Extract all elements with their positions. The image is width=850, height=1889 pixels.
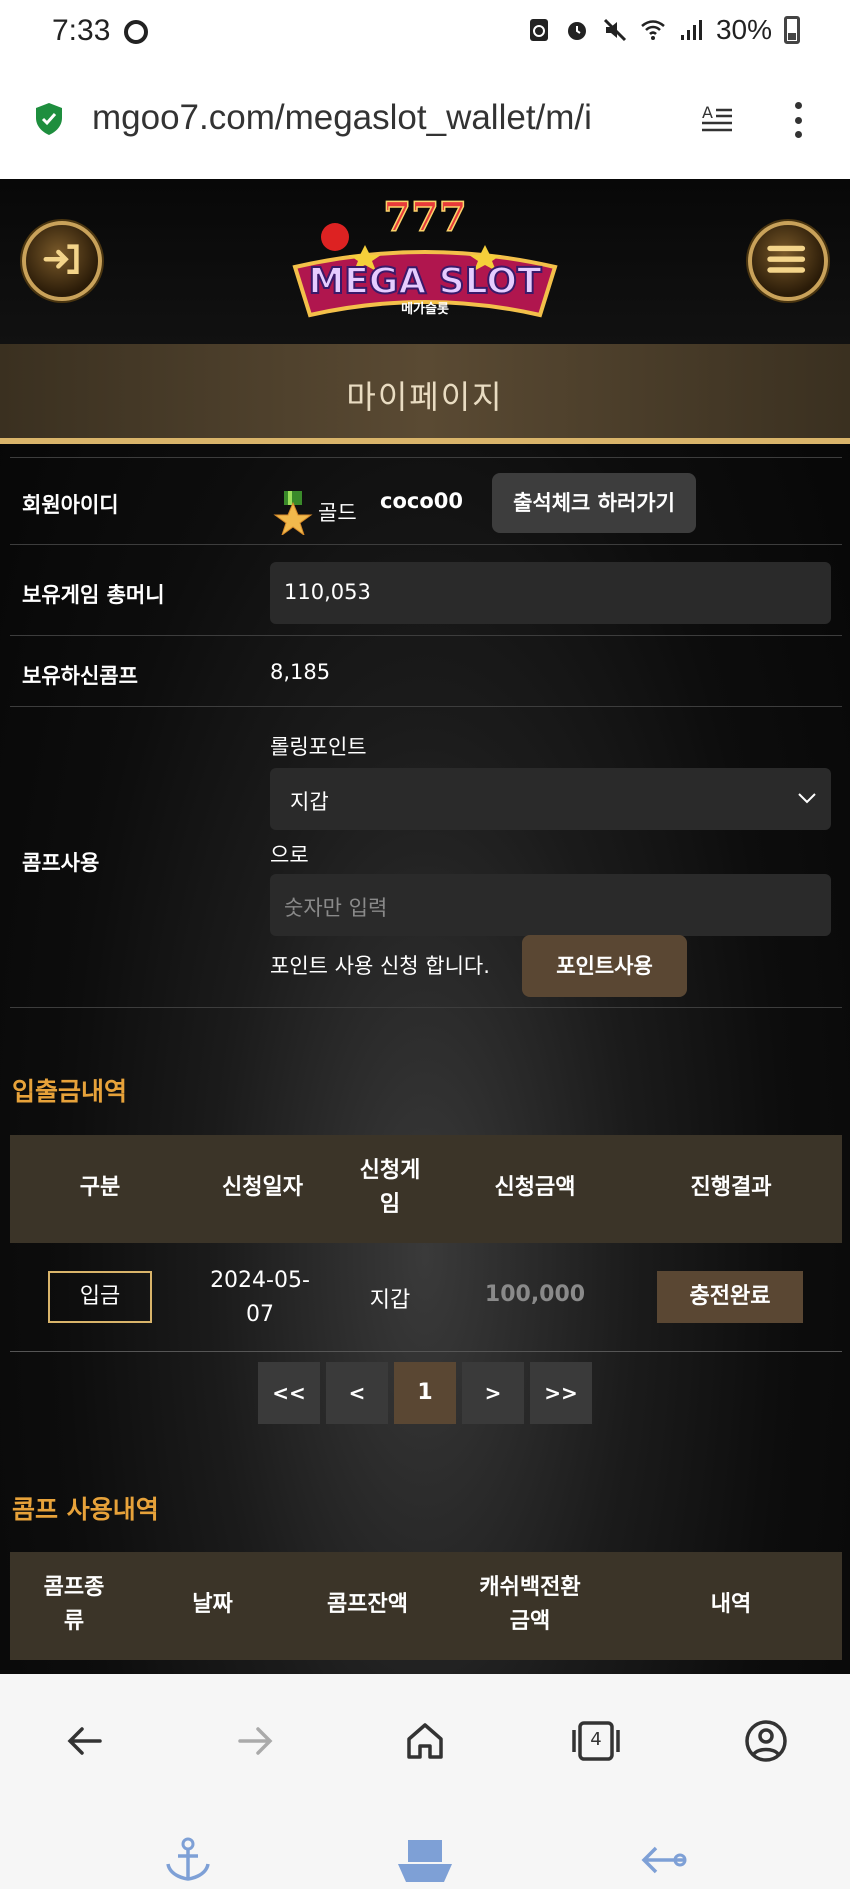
url-text[interactable]: mgoo7.com/megaslot_wallet/m/i <box>92 98 672 138</box>
deposit-history-title: 입출금내역 <box>12 1077 128 1106</box>
divider <box>10 544 842 545</box>
page-current-button[interactable]: 1 <box>394 1362 456 1424</box>
page-title: 마이페이지 <box>346 378 504 416</box>
home-icon[interactable] <box>402 1718 448 1764</box>
chevron-down-icon <box>798 793 816 804</box>
row-amount: 100,000 <box>484 1282 586 1307</box>
page-first-button[interactable]: << <box>258 1362 320 1424</box>
col-comp-type: 콤프종 류 <box>43 1575 105 1634</box>
signal-icon <box>680 20 702 40</box>
comp-value: 8,185 <box>270 660 331 684</box>
hamburger-icon <box>767 245 806 273</box>
mega-slot-logo[interactable]: 777 MEGA SLOT 메가슬롯 <box>275 197 575 337</box>
browser-menu-icon[interactable] <box>792 102 804 138</box>
col-comp-balance: 콤프잔액 <box>327 1592 408 1617</box>
battery-icon <box>784 16 800 44</box>
divider <box>10 1351 842 1352</box>
secure-shield-icon[interactable] <box>34 102 64 136</box>
divider <box>10 1007 842 1008</box>
col-game: 신청게 임 <box>359 1158 421 1217</box>
forward-arrow-icon[interactable] <box>232 1718 278 1764</box>
comp-history-title: 콤프 사용내역 <box>12 1495 159 1524</box>
game-money-field: 110,053 <box>270 562 831 624</box>
rolling-point-label: 롤링포인트 <box>270 735 367 759</box>
profile-icon[interactable] <box>743 1718 789 1764</box>
recycle-icon <box>529 19 548 41</box>
to-label: 으로 <box>270 843 309 867</box>
login-arrow-icon <box>43 244 79 275</box>
divider <box>10 635 842 636</box>
logo-subtext: 메가슬롯 <box>401 302 449 317</box>
wallet-select[interactable]: 지갑 <box>270 768 831 830</box>
comp-label: 보유하신콤프 <box>22 664 138 688</box>
grade-text: 골드 <box>318 501 357 525</box>
col-amount: 신청금액 <box>494 1175 576 1200</box>
col-result: 진행결과 <box>690 1175 772 1200</box>
svg-text:A: A <box>702 103 713 122</box>
dnd-moon-icon <box>124 20 148 44</box>
col-comp-date: 날짜 <box>192 1592 233 1617</box>
wifi-icon <box>641 20 665 40</box>
result-badge: 충전완료 <box>657 1271 803 1323</box>
status-time: 7:33 <box>52 14 111 47</box>
comp-use-label: 콤프사용 <box>22 851 100 875</box>
mute-icon <box>603 18 627 42</box>
col-date: 신청일자 <box>222 1175 303 1200</box>
battery-percent: 30% <box>715 14 772 45</box>
page-last-button[interactable]: >> <box>530 1362 592 1424</box>
apply-text: 포인트 사용 신청 합니다. <box>270 954 490 978</box>
alarm-icon <box>567 22 586 40</box>
mypage-title-bar: 마이페이지 <box>0 344 850 444</box>
col-type: 구분 <box>79 1175 121 1200</box>
wallet-select-value: 지갑 <box>290 790 329 814</box>
point-amount-input[interactable]: 숫자만 입력 <box>270 874 831 936</box>
game-money-label: 보유게임 총머니 <box>22 583 165 607</box>
menu-button[interactable] <box>748 221 828 301</box>
status-bar: 7:33 30% <box>0 0 850 64</box>
reader-mode-icon[interactable]: A <box>700 102 734 136</box>
col-comp-detail: 내역 <box>710 1592 752 1617</box>
browser-bottom-nav: 4 <box>0 1674 850 1889</box>
page-content: 777 MEGA SLOT 메가슬롯 마이페이지 회원아이디 골드 coco00… <box>0 179 850 1674</box>
tabs-button[interactable]: 4 <box>570 1718 622 1764</box>
browser-url-bar: mgoo7.com/megaslot_wallet/m/i A <box>0 64 850 179</box>
logo-text: MEGA SLOT <box>308 261 542 302</box>
login-button[interactable] <box>22 221 102 301</box>
back-arrow-icon[interactable] <box>62 1718 108 1764</box>
anchor-icon[interactable] <box>158 1834 218 1886</box>
divider <box>10 706 842 707</box>
point-use-button[interactable]: 포인트사용 <box>522 935 687 997</box>
svg-text:777: 777 <box>383 197 467 241</box>
divider <box>10 457 842 458</box>
back-gesture-icon[interactable] <box>634 1834 694 1886</box>
row-game: 지갑 <box>369 1288 411 1313</box>
ship-icon[interactable] <box>394 1834 456 1886</box>
deposit-type-badge: 입금 <box>48 1271 152 1323</box>
tab-count: 4 <box>590 1729 602 1750</box>
attendance-check-button[interactable]: 출석체크 하러가기 <box>492 473 696 533</box>
gold-grade-star-icon <box>273 491 313 535</box>
row-date: 2024-05- 07 <box>210 1268 310 1327</box>
status-icons: 30% <box>526 14 800 46</box>
col-cashback-amount: 캐쉬백전환 금액 <box>479 1575 581 1634</box>
site-header: 777 MEGA SLOT 메가슬롯 <box>0 179 850 344</box>
page-prev-button[interactable]: < <box>326 1362 388 1424</box>
member-id-label: 회원아이디 <box>22 493 119 517</box>
page-next-button[interactable]: > <box>462 1362 524 1424</box>
user-id: coco00 <box>380 489 463 513</box>
